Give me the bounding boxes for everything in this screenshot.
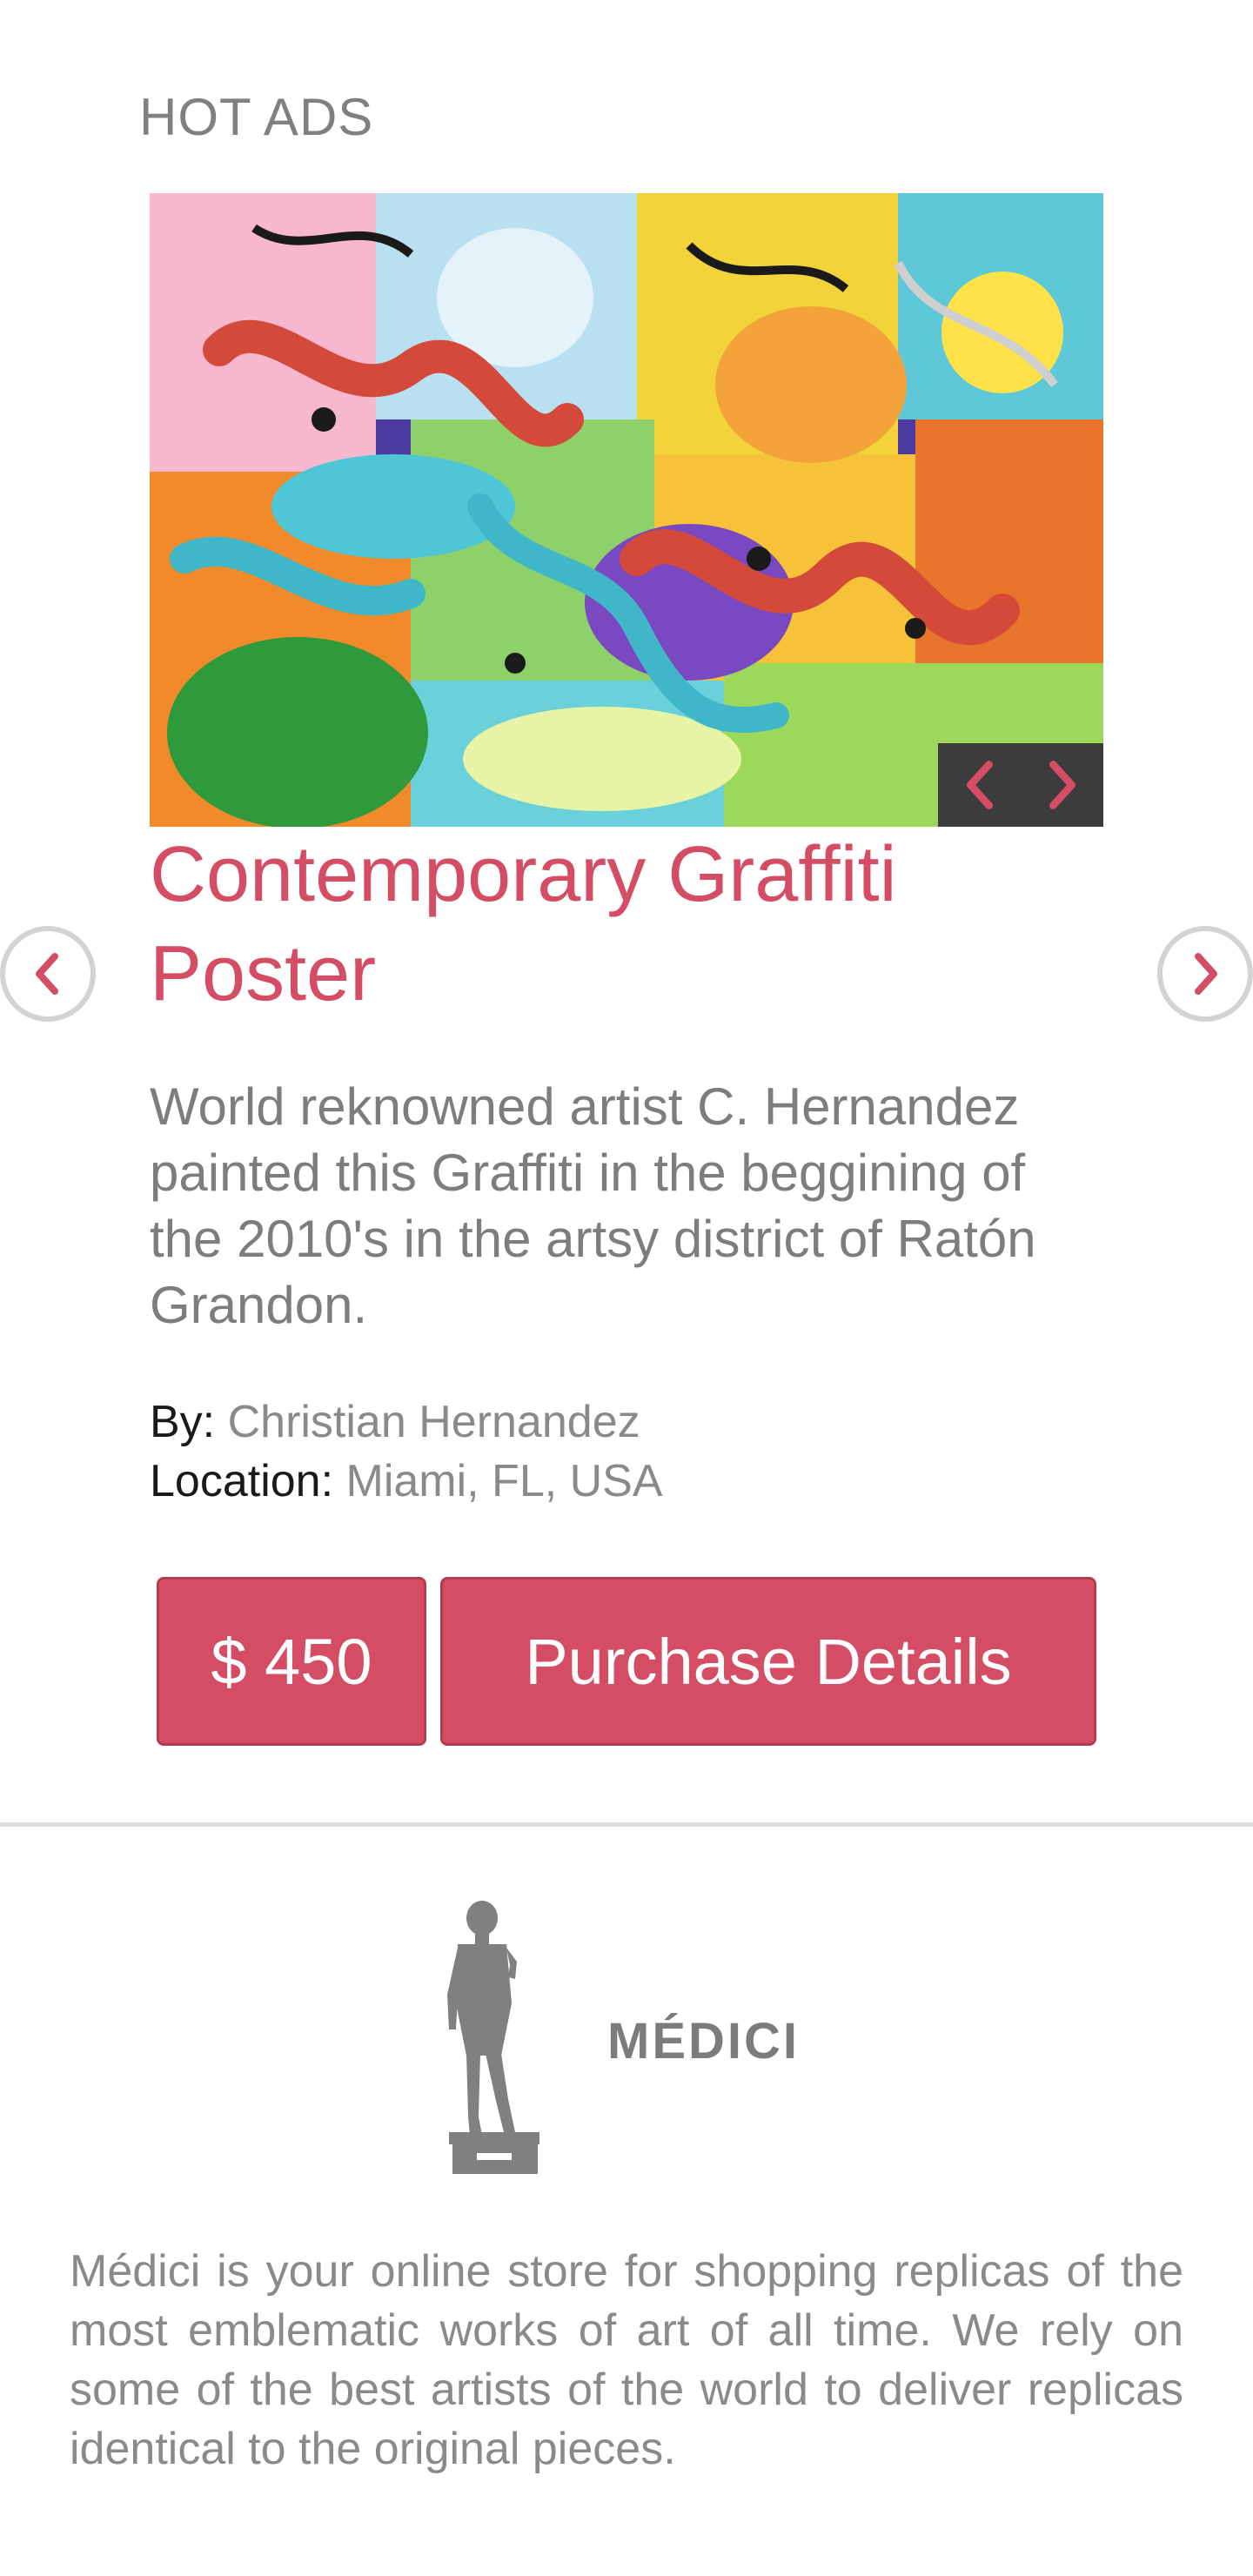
author-label: By: bbox=[150, 1397, 216, 1447]
ad-title: Contemporary Graffiti Poster bbox=[150, 831, 897, 1017]
location-row: Location: Miami, FL, USA bbox=[150, 1452, 663, 1511]
statue-icon bbox=[447, 1901, 539, 2174]
page: HOT ADS Contemporary Graffiti Poster Wor… bbox=[0, 0, 1253, 2576]
ad-image[interactable] bbox=[150, 193, 1103, 827]
purchase-details-button[interactable]: Purchase Details bbox=[440, 1577, 1096, 1746]
divider bbox=[0, 1822, 1253, 1827]
price-button[interactable]: $ 450 bbox=[157, 1577, 426, 1746]
author-row: By: Christian Hernandez bbox=[150, 1392, 663, 1452]
section-title: HOT ADS bbox=[139, 88, 374, 146]
image-nav bbox=[938, 743, 1103, 827]
carousel-next-button[interactable] bbox=[1157, 926, 1253, 1022]
carousel-prev-button[interactable] bbox=[0, 926, 96, 1022]
image-prev-button[interactable] bbox=[954, 759, 1006, 811]
brand-name: MÉDICI bbox=[607, 2013, 800, 2070]
ad-description: World reknowned artist C. Hernandez pain… bbox=[150, 1077, 1036, 1334]
chevron-right-icon bbox=[1195, 953, 1217, 995]
author-value: Christian Hernandez bbox=[227, 1397, 640, 1447]
chevron-left-icon bbox=[36, 953, 58, 995]
chevron-left-icon bbox=[966, 761, 993, 809]
image-next-button[interactable] bbox=[1036, 759, 1089, 811]
ad-meta: By: Christian Hernandez Location: Miami,… bbox=[150, 1392, 663, 1511]
location-label: Location: bbox=[150, 1456, 334, 1506]
graffiti-artwork bbox=[150, 193, 1103, 827]
location-value: Miami, FL, USA bbox=[345, 1456, 663, 1506]
chevron-right-icon bbox=[1049, 761, 1075, 809]
footer-description: Médici is your online store for shopping… bbox=[70, 2246, 1183, 2474]
